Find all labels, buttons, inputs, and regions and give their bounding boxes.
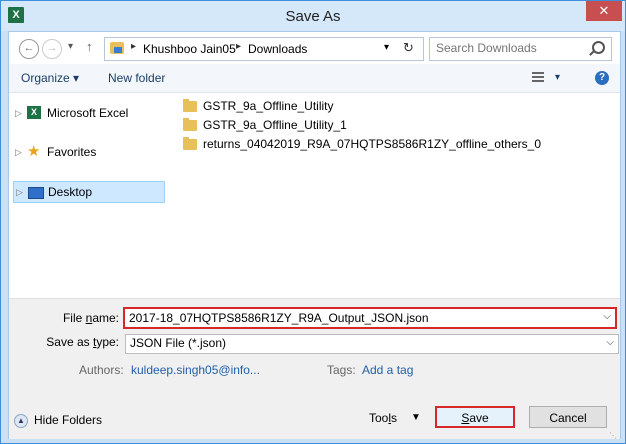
folder-icon — [110, 42, 124, 54]
resize-grip-icon[interactable]: ⋱ — [609, 431, 617, 440]
save-type-label: Save as type: — [46, 335, 119, 349]
save-type-select[interactable]: JSON File (*.json) ⌵ — [125, 334, 619, 354]
file-list: GSTR_9a_Offline_Utility GSTR_9a_Offline_… — [179, 93, 619, 298]
navigation-bar: ← → ▾ ↑ ▸ Khushboo Jain05 ▸ Downloads ▾ … — [9, 32, 620, 64]
folder-icon — [183, 118, 197, 131]
breadcrumb-separator-icon: ▸ — [131, 41, 137, 52]
close-button[interactable]: ✕ — [586, 1, 622, 21]
navigation-pane: ▷ X Microsoft Excel ▷ ★ Favorites ▷ Desk… — [9, 93, 171, 298]
file-name-label: File name: — [62, 311, 119, 325]
save-button[interactable]: Save — [435, 406, 515, 428]
toolbar: Organize ▾ New folder ▾ ? — [9, 64, 620, 93]
refresh-icon[interactable]: ↻ — [403, 40, 414, 56]
file-name: GSTR_9a_Offline_Utility_1 — [203, 118, 347, 132]
search-icon[interactable] — [592, 41, 605, 54]
breadcrumb-separator-icon: ▸ — [236, 41, 242, 52]
breadcrumb-downloads[interactable]: Downloads — [248, 42, 307, 56]
sidebar-item-microsoft-excel[interactable]: ▷ X Microsoft Excel — [13, 103, 163, 123]
up-button[interactable]: ↑ — [86, 39, 93, 54]
save-type-value: JSON File (*.json) — [130, 336, 227, 350]
tags-label: Tags: — [327, 363, 356, 377]
sidebar-item-label: Microsoft Excel — [47, 106, 129, 120]
help-icon[interactable]: ? — [595, 71, 609, 85]
organize-menu[interactable]: Organize ▾ — [21, 71, 79, 85]
search-input[interactable] — [430, 38, 586, 58]
authors-label: Authors: — [79, 363, 124, 377]
save-as-dialog: X Save As ✕ ← → ▾ ↑ ▸ Khushboo Jain05 ▸ … — [0, 0, 626, 444]
address-dropdown-icon[interactable]: ▾ — [384, 42, 389, 53]
view-dropdown-icon[interactable]: ▾ — [555, 72, 560, 83]
hide-folders-label: Hide Folders — [34, 413, 103, 427]
folder-icon — [183, 99, 197, 112]
desktop-icon — [28, 187, 44, 199]
forward-button[interactable]: → — [42, 39, 62, 59]
sidebar-item-desktop[interactable]: ▷ Desktop — [13, 181, 165, 203]
breadcrumb-user[interactable]: Khushboo Jain05 — [143, 42, 236, 56]
add-tag-link[interactable]: Add a tag — [362, 363, 413, 377]
file-name-field[interactable]: ⌵ — [123, 307, 617, 329]
address-bar[interactable]: ▸ Khushboo Jain05 ▸ Downloads ▾ ↻ — [104, 37, 424, 61]
authors-value[interactable]: kuldeep.singh05@info... — [131, 363, 260, 377]
view-options-icon[interactable] — [532, 72, 544, 84]
file-name: GSTR_9a_Offline_Utility — [203, 99, 334, 113]
expand-icon[interactable]: ▷ — [15, 142, 22, 162]
chevron-down-icon[interactable]: ⌵ — [606, 337, 614, 348]
star-icon: ★ — [27, 143, 41, 160]
search-box[interactable] — [429, 37, 612, 61]
chevron-down-icon[interactable]: ⌵ — [603, 311, 611, 322]
excel-icon: X — [27, 106, 41, 119]
dialog-content: ← → ▾ ↑ ▸ Khushboo Jain05 ▸ Downloads ▾ … — [8, 31, 621, 440]
file-name-input[interactable] — [129, 309, 599, 327]
sidebar-item-label: Desktop — [48, 185, 93, 199]
cancel-button[interactable]: Cancel — [529, 406, 607, 428]
back-button[interactable]: ← — [19, 39, 39, 59]
expand-icon[interactable]: ▷ — [15, 103, 22, 123]
collapse-icon: ▲ — [14, 414, 28, 428]
folder-icon — [183, 137, 197, 150]
tools-menu[interactable]: Tools — [369, 411, 397, 425]
tools-dropdown-icon[interactable]: ▼ — [411, 412, 421, 423]
sidebar-item-label: Favorites — [47, 145, 97, 159]
expand-icon[interactable]: ▷ — [16, 182, 23, 202]
new-folder-button[interactable]: New folder — [108, 71, 165, 85]
dialog-title: Save As — [285, 8, 341, 25]
title-bar[interactable]: X Save As ✕ — [1, 1, 625, 31]
recent-locations-dropdown[interactable]: ▾ — [68, 41, 73, 52]
save-options-panel: File name: ⌵ Save as type: JSON File (*.… — [9, 298, 620, 440]
sidebar-item-favorites[interactable]: ▷ ★ Favorites — [13, 142, 163, 162]
file-name: returns_04042019_R9A_07HQTPS8586R1ZY_off… — [203, 137, 542, 151]
